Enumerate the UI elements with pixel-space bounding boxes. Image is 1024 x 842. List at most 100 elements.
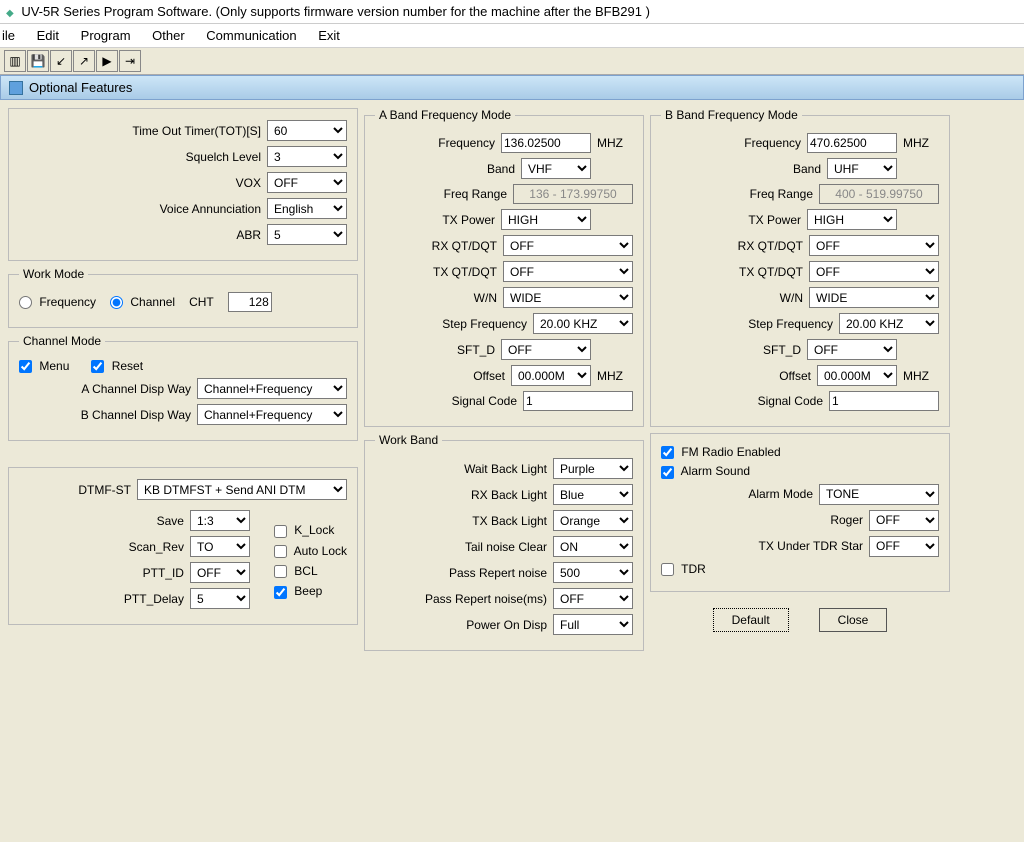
menu-checkbox[interactable]: Menu bbox=[19, 359, 69, 373]
alarm-mode-select[interactable]: TONE bbox=[819, 484, 939, 505]
fm-checkbox[interactable]: FM Radio Enabled bbox=[661, 445, 781, 459]
aband-legend: A Band Frequency Mode bbox=[375, 108, 515, 122]
pttdelay-label: PTT_Delay bbox=[124, 592, 184, 606]
passrep-label: Pass Repert noise bbox=[449, 566, 547, 580]
a-sftd-label: SFT_D bbox=[457, 343, 495, 357]
pttid-select[interactable]: OFF bbox=[190, 562, 250, 583]
a-range-display bbox=[513, 184, 633, 204]
tool-save-icon[interactable]: 💾 bbox=[27, 50, 49, 72]
beep-checkbox[interactable]: Beep bbox=[274, 584, 347, 598]
pon-select[interactable]: Full bbox=[553, 614, 633, 635]
tx-bl-select[interactable]: Orange bbox=[553, 510, 633, 531]
bband-legend: B Band Frequency Mode bbox=[661, 108, 802, 122]
voice-select[interactable]: English bbox=[267, 198, 347, 219]
b-sftd-select[interactable]: OFF bbox=[807, 339, 897, 360]
b-rxqt-label: RX QT/DQT bbox=[738, 239, 803, 253]
b-wn-select[interactable]: WIDE bbox=[809, 287, 939, 308]
a-step-select[interactable]: 20.00 KHZ bbox=[533, 313, 633, 334]
b-freq-input[interactable] bbox=[807, 133, 897, 153]
cht-input[interactable] bbox=[228, 292, 272, 312]
b-band-label: Band bbox=[793, 162, 821, 176]
scanrev-select[interactable]: TO bbox=[190, 536, 250, 557]
b-rxqt-select[interactable]: OFF bbox=[809, 235, 939, 256]
rx-bl-select[interactable]: Blue bbox=[553, 484, 633, 505]
b-freq-unit: MHZ bbox=[903, 136, 939, 150]
a-sftd-select[interactable]: OFF bbox=[501, 339, 591, 360]
a-sigcode-input[interactable] bbox=[523, 391, 633, 411]
b-txpower-select[interactable]: HIGH bbox=[807, 209, 897, 230]
b-txqt-select[interactable]: OFF bbox=[809, 261, 939, 282]
b-freq-label: Frequency bbox=[744, 136, 801, 150]
a-freq-input[interactable] bbox=[501, 133, 591, 153]
menu-communication[interactable]: Communication bbox=[206, 28, 296, 43]
abr-select[interactable]: 5 bbox=[267, 224, 347, 245]
tool-open-icon[interactable]: ▥ bbox=[4, 50, 26, 72]
a-freq-label: Frequency bbox=[438, 136, 495, 150]
b-txpower-label: TX Power bbox=[748, 213, 801, 227]
tdr-checkbox[interactable]: TDR bbox=[661, 562, 706, 576]
klock-checkbox[interactable]: K_Lock bbox=[274, 523, 347, 537]
tail-select[interactable]: ON bbox=[553, 536, 633, 557]
save-select[interactable]: 1:3 bbox=[190, 510, 250, 531]
a-wn-select[interactable]: WIDE bbox=[503, 287, 633, 308]
group-a-band: A Band Frequency Mode Frequency MHZ Band… bbox=[364, 108, 644, 427]
tot-select[interactable]: 60 bbox=[267, 120, 347, 141]
roger-select[interactable]: OFF bbox=[869, 510, 939, 531]
tool-play-icon[interactable]: ▶ bbox=[96, 50, 118, 72]
pttdelay-select[interactable]: 5 bbox=[190, 588, 250, 609]
voice-label: Voice Annunciation bbox=[160, 202, 261, 216]
alarm-checkbox[interactable]: Alarm Sound bbox=[661, 464, 750, 478]
b-sigcode-input[interactable] bbox=[829, 391, 939, 411]
tool-read-icon[interactable]: ↙ bbox=[50, 50, 72, 72]
reset-checkbox[interactable]: Reset bbox=[91, 359, 143, 373]
autolock-checkbox[interactable]: Auto Lock bbox=[274, 544, 347, 558]
radio-frequency[interactable]: Frequency bbox=[19, 295, 96, 309]
tool-exit-icon[interactable]: ⇥ bbox=[119, 50, 141, 72]
a-txpower-select[interactable]: HIGH bbox=[501, 209, 591, 230]
menu-program[interactable]: Program bbox=[81, 28, 131, 43]
wait-bl-select[interactable]: Purple bbox=[553, 458, 633, 479]
radio-channel[interactable]: Channel bbox=[110, 295, 175, 309]
close-button[interactable]: Close bbox=[819, 608, 888, 632]
app-icon: ◆ bbox=[6, 8, 14, 19]
a-disp-label: A Channel Disp Way bbox=[81, 382, 191, 396]
alarm-mode-label: Alarm Mode bbox=[748, 487, 813, 501]
window-title: ◆ UV-5R Series Program Software. (Only s… bbox=[0, 0, 1024, 24]
b-offset-select[interactable]: 00.000M bbox=[817, 365, 897, 386]
rx-bl-label: RX Back Light bbox=[471, 488, 547, 502]
dtmf-label: DTMF-ST bbox=[78, 483, 131, 497]
squelch-select[interactable]: 3 bbox=[267, 146, 347, 167]
dtmf-select[interactable]: KB DTMFST + Send ANI DTM bbox=[137, 479, 347, 500]
a-rxqt-label: RX QT/DQT bbox=[432, 239, 497, 253]
bcl-checkbox[interactable]: BCL bbox=[274, 564, 347, 578]
menu-edit[interactable]: Edit bbox=[37, 28, 59, 43]
tot-label: Time Out Timer(TOT)[S] bbox=[132, 124, 261, 138]
txtdr-select[interactable]: OFF bbox=[869, 536, 939, 557]
menu-other[interactable]: Other bbox=[152, 28, 185, 43]
a-offset-select[interactable]: 00.000M bbox=[511, 365, 591, 386]
scanrev-label: Scan_Rev bbox=[129, 540, 184, 554]
menu-exit[interactable]: Exit bbox=[318, 28, 340, 43]
a-txqt-select[interactable]: OFF bbox=[503, 261, 633, 282]
a-freq-unit: MHZ bbox=[597, 136, 633, 150]
tool-write-icon[interactable]: ↗ bbox=[73, 50, 95, 72]
menu-file[interactable]: ile bbox=[2, 28, 15, 43]
wait-bl-label: Wait Back Light bbox=[464, 462, 547, 476]
b-range-label: Freq Range bbox=[750, 187, 813, 201]
b-disp-select[interactable]: Channel+Frequency bbox=[197, 404, 347, 425]
pttid-label: PTT_ID bbox=[143, 566, 184, 580]
a-disp-select[interactable]: Channel+Frequency bbox=[197, 378, 347, 399]
b-band-select[interactable]: UHF bbox=[827, 158, 897, 179]
a-wn-label: W/N bbox=[474, 291, 497, 305]
vox-select[interactable]: OFF bbox=[267, 172, 347, 193]
b-txqt-label: TX QT/DQT bbox=[739, 265, 803, 279]
b-step-select[interactable]: 20.00 KHZ bbox=[839, 313, 939, 334]
a-band-select[interactable]: VHF bbox=[521, 158, 591, 179]
default-button[interactable]: Default bbox=[713, 608, 789, 632]
a-rxqt-select[interactable]: OFF bbox=[503, 235, 633, 256]
toolbar: ▥ 💾 ↙ ↗ ▶ ⇥ bbox=[0, 48, 1024, 75]
tx-bl-label: TX Back Light bbox=[472, 514, 547, 528]
save-label: Save bbox=[157, 514, 184, 528]
passrep-select[interactable]: 500 bbox=[553, 562, 633, 583]
passrepms-select[interactable]: OFF bbox=[553, 588, 633, 609]
